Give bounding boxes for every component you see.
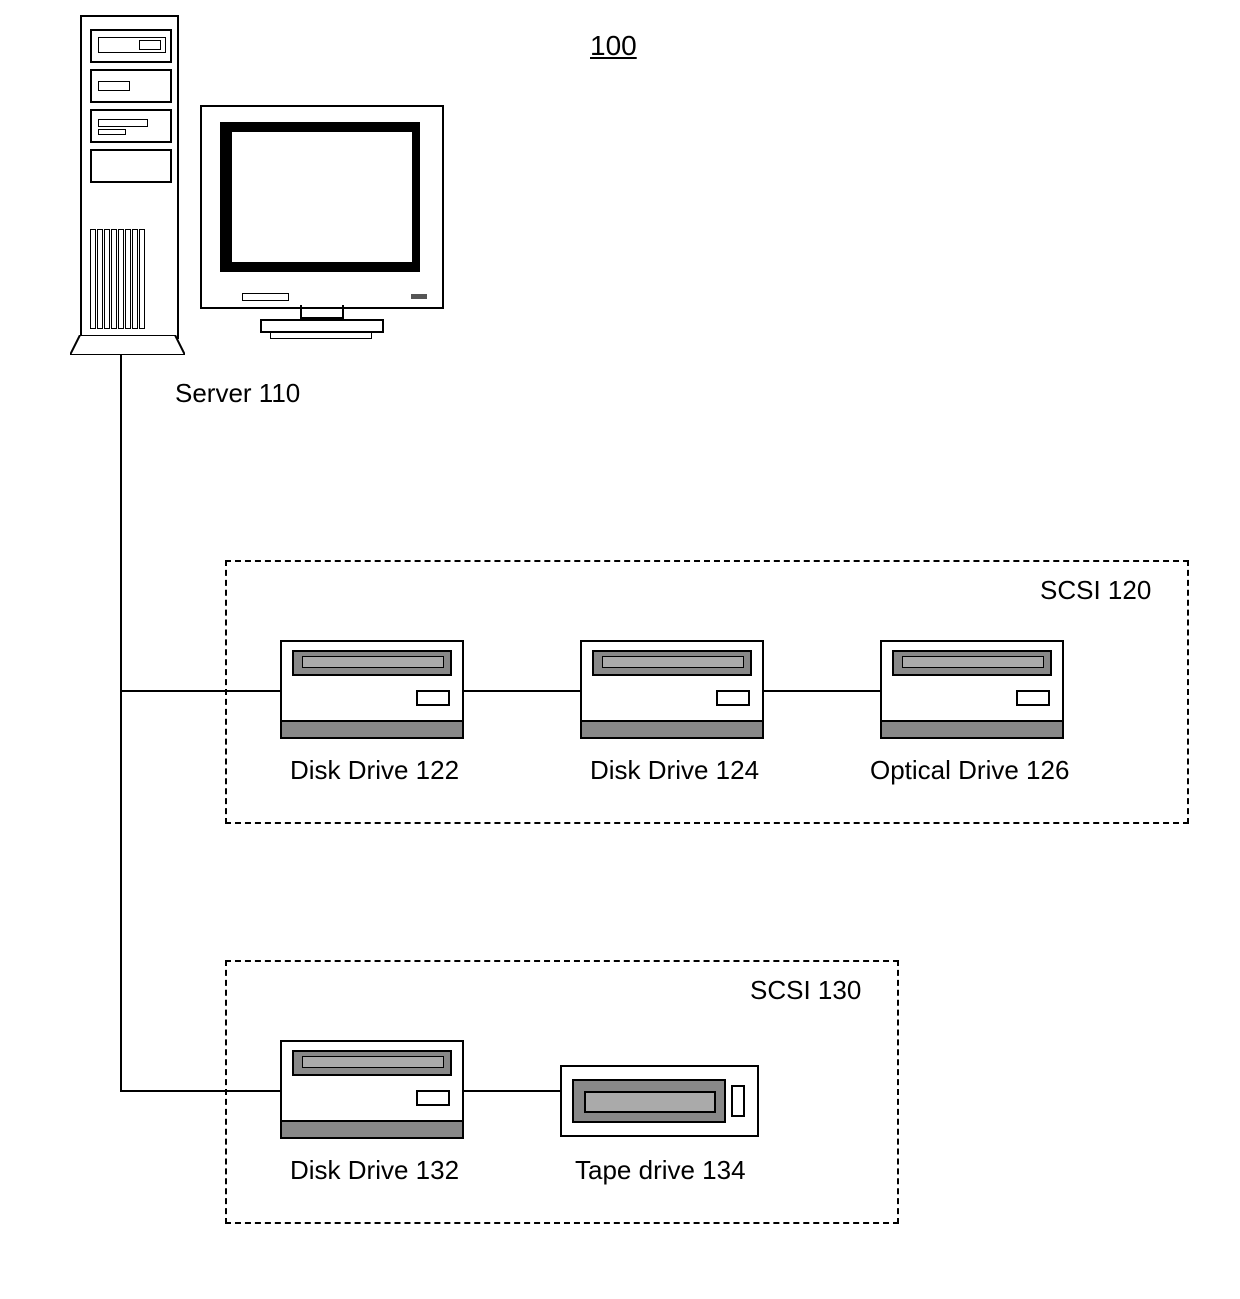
disk-drive-icon — [280, 640, 464, 739]
drive-label: Disk Drive 122 — [290, 755, 459, 786]
disk-drive-icon — [580, 640, 764, 739]
monitor-icon — [200, 105, 444, 309]
connector-h1 — [120, 690, 280, 692]
bus-vertical — [120, 355, 122, 1090]
drive-label: Disk Drive 124 — [590, 755, 759, 786]
server-label: Server 110 — [175, 378, 300, 409]
diagram-canvas: 100 — [0, 0, 1240, 1299]
scsi-box-2-label: SCSI 130 — [750, 975, 861, 1006]
drive-label: Tape drive 134 — [575, 1155, 746, 1186]
disk-drive-icon — [280, 1040, 464, 1139]
server-tower-icon — [70, 15, 185, 355]
connector-h1b — [460, 690, 580, 692]
optical-drive-icon — [880, 640, 1064, 739]
connector-h1c — [760, 690, 880, 692]
connector-h2 — [120, 1090, 280, 1092]
tape-drive-icon — [560, 1065, 759, 1137]
figure-number: 100 — [590, 30, 637, 62]
scsi-box-1-label: SCSI 120 — [1040, 575, 1151, 606]
drive-label: Disk Drive 132 — [290, 1155, 459, 1186]
connector-h2b — [460, 1090, 560, 1092]
drive-label: Optical Drive 126 — [870, 755, 1069, 786]
